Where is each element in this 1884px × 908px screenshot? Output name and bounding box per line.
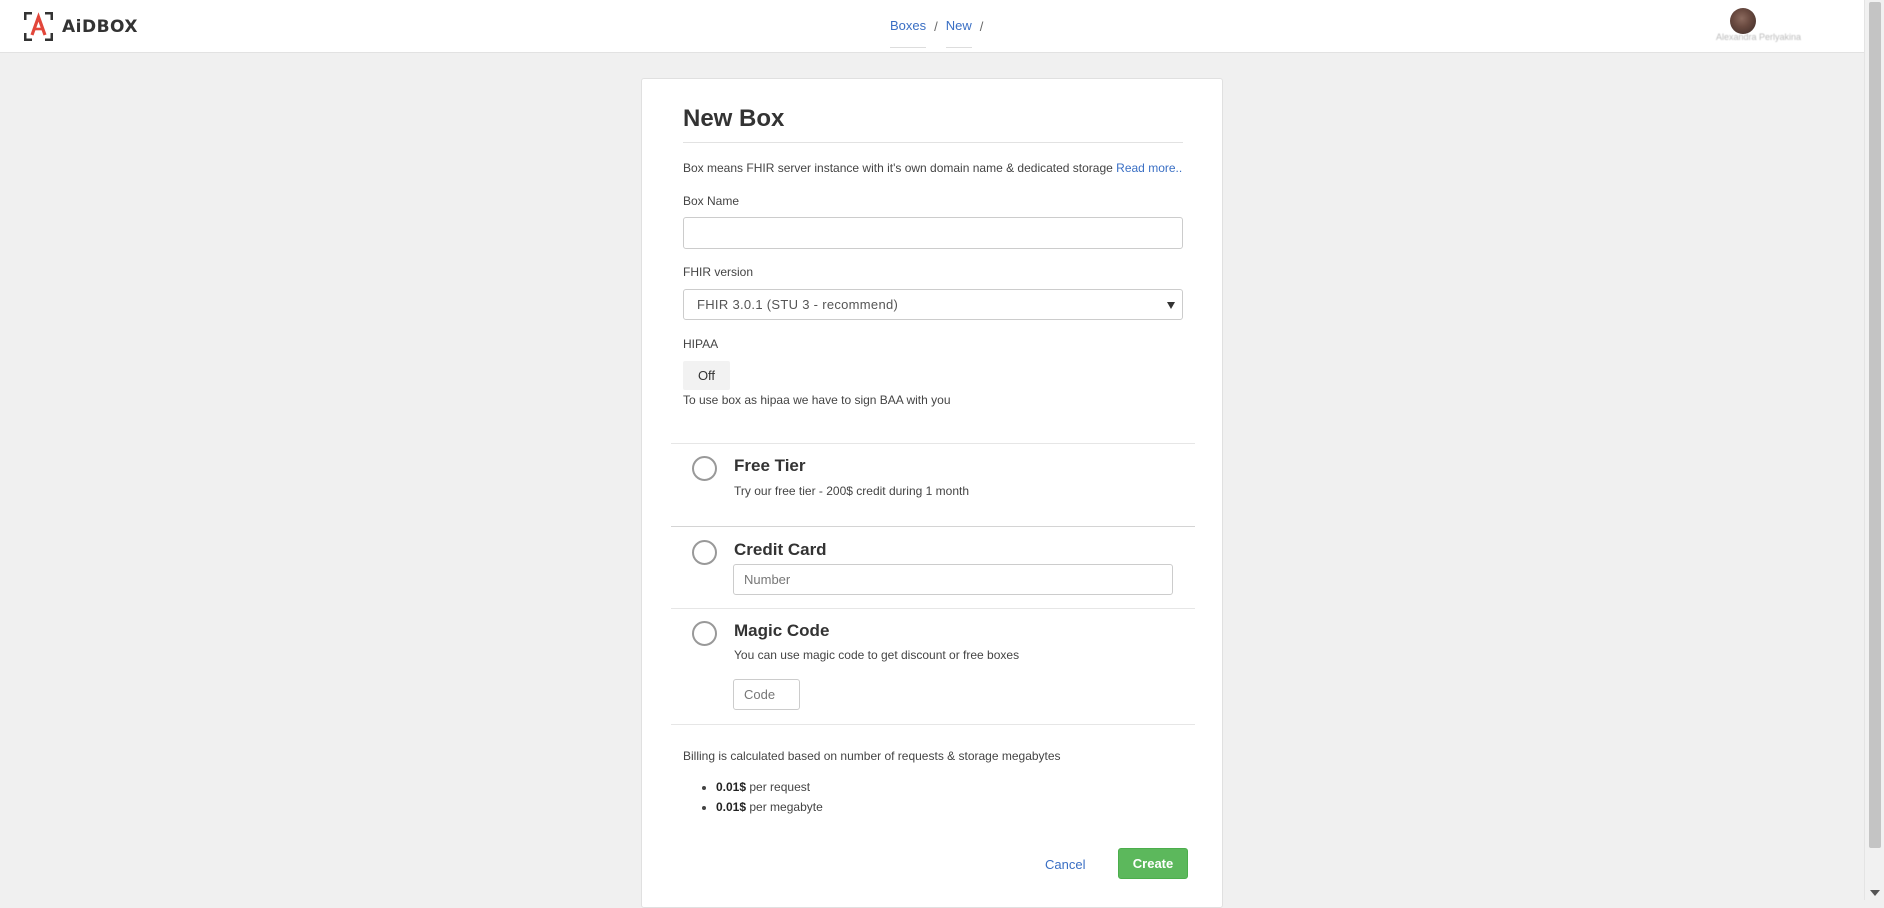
cancel-button[interactable]: Cancel	[1045, 857, 1085, 872]
credit-card-radio[interactable]	[692, 540, 717, 565]
card-number-input[interactable]	[733, 564, 1173, 595]
breadcrumb-boxes[interactable]: Boxes	[890, 18, 927, 48]
box-name-input[interactable]	[683, 217, 1183, 249]
scroll-down-arrow-icon[interactable]	[1870, 890, 1880, 896]
billing-list: 0.01$ per request 0.01$ per megabyte	[683, 777, 823, 817]
new-box-form-card: New Box Box means FHIR server instance w…	[641, 78, 1223, 908]
page-scrollbar[interactable]	[1864, 0, 1884, 900]
breadcrumb-new[interactable]: New	[945, 18, 972, 48]
read-more-link[interactable]: Read more..	[1116, 161, 1182, 175]
fhir-version-label: FHIR version	[683, 265, 754, 279]
page-title: New Box	[683, 105, 785, 132]
billing-price: 0.01$	[716, 800, 747, 814]
billing-price: 0.01$	[716, 780, 747, 794]
breadcrumb-separator: /	[934, 18, 938, 34]
create-button[interactable]: Create	[1118, 848, 1188, 879]
list-item: 0.01$ per megabyte	[716, 797, 823, 817]
top-navbar: AiDBOX Boxes / New / Alexandra Perlyakin…	[0, 0, 1864, 53]
magic-code-description: You can use magic code to get discount o…	[734, 648, 1020, 662]
title-divider	[683, 142, 1183, 143]
breadcrumb-separator: /	[979, 18, 984, 34]
option-divider	[671, 526, 1195, 527]
fhir-version-value: FHIR 3.0.1 (STU 3 - recommend)	[697, 297, 899, 312]
option-divider	[671, 724, 1195, 725]
avatar[interactable]	[1730, 8, 1756, 34]
free-tier-description: Try our free tier - 200$ credit during 1…	[734, 484, 969, 498]
scrollbar-thumb[interactable]	[1869, 2, 1881, 848]
free-tier-radio[interactable]	[692, 456, 717, 481]
dropdown-arrow-icon	[1167, 302, 1175, 309]
box-description-text: Box means FHIR server instance with it's…	[683, 161, 1113, 175]
aidbox-logo[interactable]: AiDBOX	[24, 12, 138, 41]
hipaa-toggle[interactable]: Off	[683, 361, 730, 390]
hipaa-hint: To use box as hipaa we have to sign BAA …	[683, 393, 951, 407]
option-divider	[671, 608, 1195, 609]
logo-text: AiDBOX	[62, 16, 139, 37]
hipaa-label: HIPAA	[683, 337, 719, 351]
free-tier-title: Free Tier	[734, 456, 806, 475]
billing-info: Billing is calculated based on number of…	[683, 749, 1061, 763]
billing-unit: per request	[749, 780, 811, 794]
magic-code-title: Magic Code	[734, 621, 830, 640]
magic-code-input[interactable]	[733, 679, 800, 710]
box-description: Box means FHIR server instance with it's…	[683, 161, 1182, 175]
box-name-label: Box Name	[683, 194, 740, 208]
breadcrumb: Boxes / New /	[890, 18, 991, 48]
billing-unit: per megabyte	[749, 800, 823, 814]
magic-code-radio[interactable]	[692, 621, 717, 646]
user-menu[interactable]: Alexandra Perlyakina	[1716, 8, 1836, 46]
fhir-version-select[interactable]: FHIR 3.0.1 (STU 3 - recommend)	[683, 289, 1183, 320]
credit-card-title: Credit Card	[734, 540, 827, 559]
option-divider	[671, 443, 1195, 444]
list-item: 0.01$ per request	[716, 777, 823, 797]
aidbox-logo-icon	[24, 12, 53, 41]
user-name: Alexandra Perlyakina	[1716, 32, 1802, 42]
